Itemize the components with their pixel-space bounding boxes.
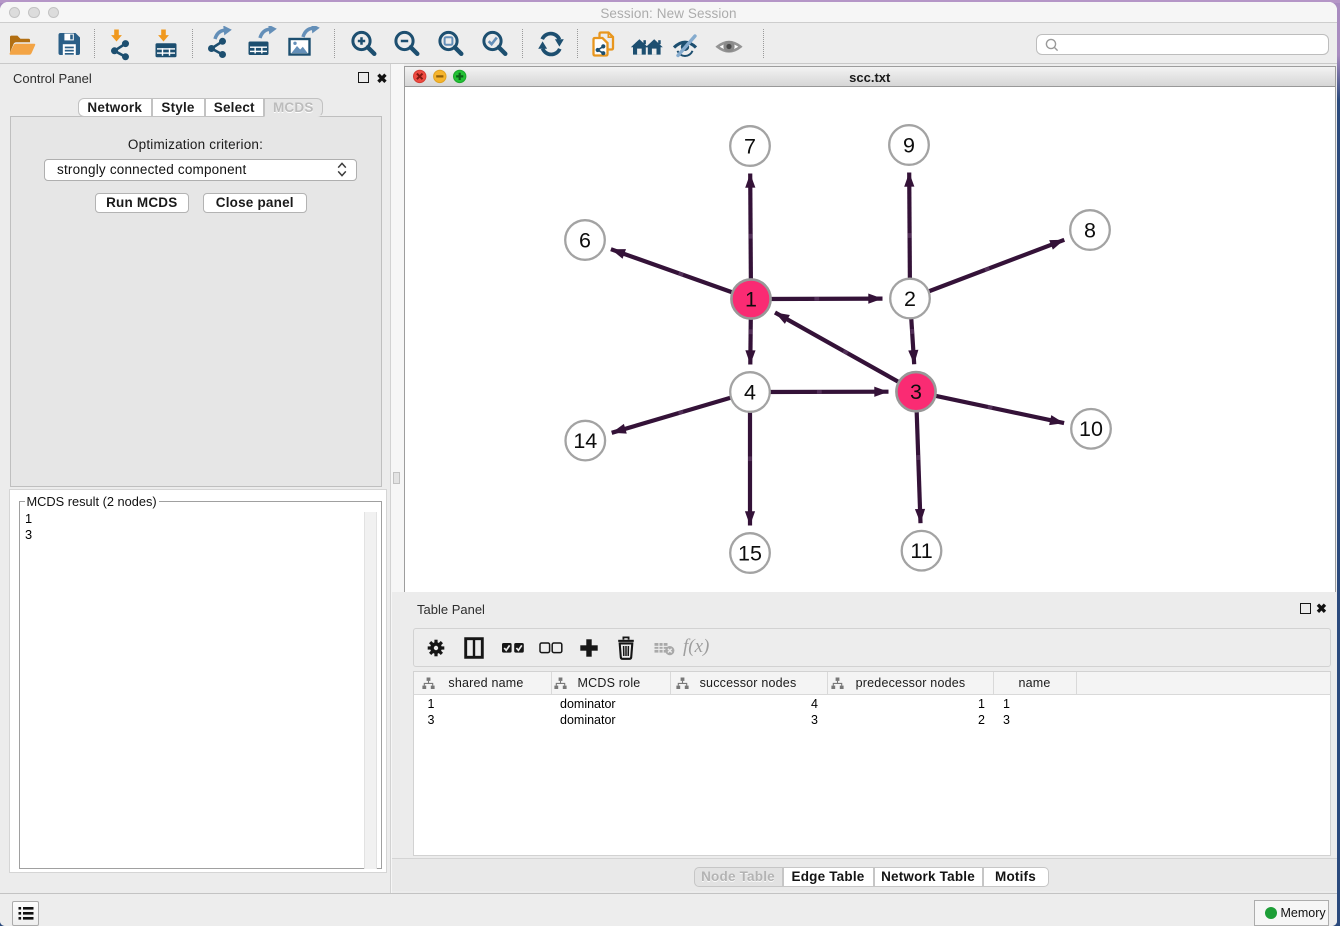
svg-text:2: 2 [904, 287, 916, 311]
svg-text:14: 14 [573, 429, 597, 453]
svg-text:9: 9 [903, 133, 915, 157]
svg-text:11: 11 [910, 539, 932, 563]
svg-text:7: 7 [744, 134, 756, 158]
svg-text:3: 3 [910, 380, 922, 404]
svg-text:10: 10 [1079, 417, 1103, 441]
svg-text:1: 1 [745, 287, 757, 311]
svg-text:8: 8 [1084, 218, 1096, 242]
svg-text:15: 15 [738, 541, 762, 565]
svg-text:6: 6 [579, 228, 591, 252]
svg-text:4: 4 [744, 380, 756, 404]
